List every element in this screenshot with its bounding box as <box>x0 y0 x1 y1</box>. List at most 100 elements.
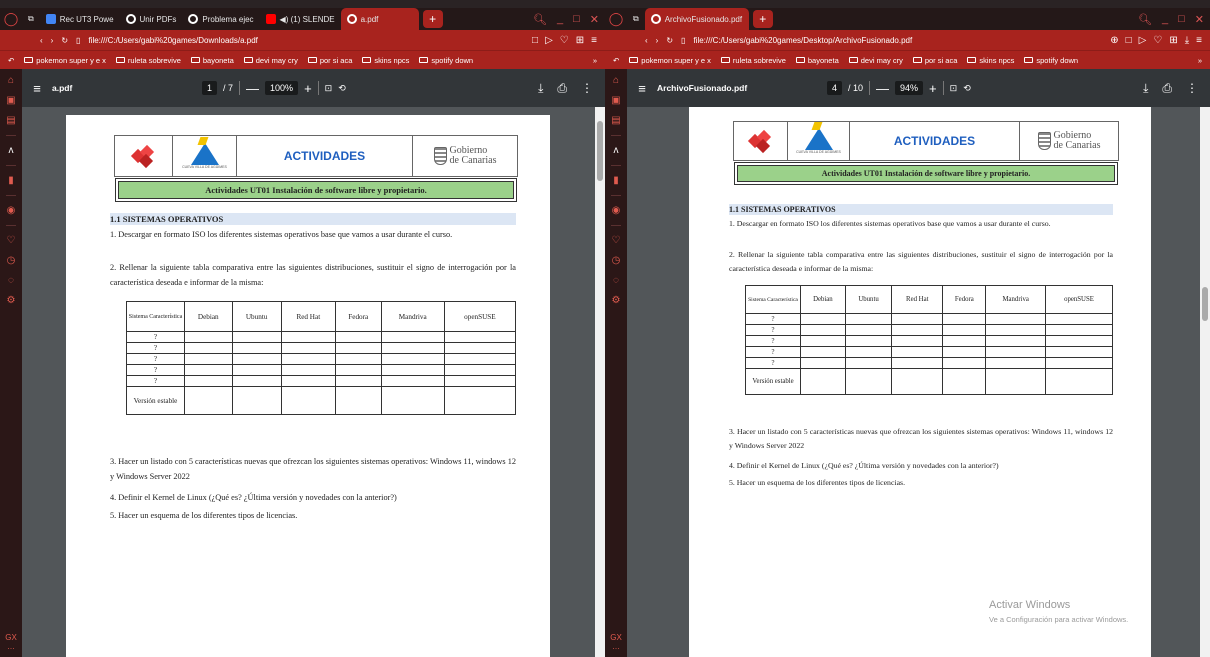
history-icon[interactable]: ↶ <box>613 56 619 65</box>
workspaces-icon[interactable]: ⌂ <box>613 75 619 86</box>
pinboard-icon[interactable]: ◌ <box>613 275 619 286</box>
bookmark[interactable]: devi may cry <box>848 56 903 65</box>
bookmark[interactable]: spotify down <box>1024 56 1078 65</box>
tab-rec-ut3[interactable]: Rec UT3 Powe <box>40 8 120 30</box>
aria-icon[interactable]: ▣ <box>611 95 620 106</box>
bookmark[interactable]: bayoneta <box>190 56 234 65</box>
back-icon[interactable]: ‹ <box>40 36 43 45</box>
tab-youtube[interactable]: ◀) (1) SLENDE <box>260 8 341 30</box>
zoom-input[interactable]: 100% <box>265 81 299 95</box>
rotate-icon[interactable]: ⟲ <box>338 83 346 94</box>
search-icon[interactable]: 🔍︎ <box>533 13 547 26</box>
heart-icon[interactable]: ♡ <box>560 35 569 46</box>
bookmark[interactable]: pokemon super y e x <box>24 56 106 65</box>
zoom-out-button[interactable]: — <box>246 81 259 96</box>
heart-icon[interactable]: ♡ <box>1153 35 1162 46</box>
settings-icon[interactable]: ⚙ <box>612 295 621 306</box>
tab-problema[interactable]: Problema ejec <box>182 8 259 30</box>
search-icon[interactable]: 🔍︎ <box>1138 13 1152 26</box>
play-icon[interactable]: ▷ <box>545 35 553 46</box>
gx-badge[interactable]: GX <box>605 633 627 642</box>
settings-icon[interactable]: ⚙ <box>7 295 16 306</box>
close-icon[interactable]: ✕ <box>1195 13 1204 26</box>
more-options-icon[interactable]: ⋮ <box>581 81 593 96</box>
download-icon[interactable]: ⤓ <box>1143 81 1148 96</box>
heart-icon[interactable]: ♡ <box>612 235 621 246</box>
tab-unir-pdfs[interactable]: Unir PDFs <box>120 8 183 30</box>
extensions-icon[interactable]: ⊞ <box>576 35 584 46</box>
page-number-input[interactable]: 4 <box>827 81 843 95</box>
zoom-in-button[interactable]: + <box>929 81 937 96</box>
scrollbar[interactable] <box>595 107 605 657</box>
reload-icon[interactable]: ↻ <box>61 36 68 45</box>
more-options-icon[interactable]: ⋮ <box>1186 81 1198 96</box>
history-icon[interactable]: ↶ <box>8 56 14 65</box>
news-icon[interactable]: ▤ <box>611 115 620 126</box>
download-icon[interactable]: ⤓ <box>538 81 543 96</box>
close-icon[interactable]: ✕ <box>590 13 599 26</box>
bookmark[interactable]: spotify down <box>419 56 473 65</box>
opera-logo-icon[interactable]: ◯ <box>0 11 22 27</box>
opera-logo-icon[interactable]: ◯ <box>605 11 627 27</box>
lambda-icon[interactable]: ʌ <box>9 145 14 156</box>
snapshot-icon[interactable]: □ <box>1126 35 1132 46</box>
heart-icon[interactable]: ♡ <box>7 235 16 246</box>
play-icon[interactable]: ▷ <box>1139 35 1147 46</box>
menu-icon[interactable]: ≡ <box>591 35 597 46</box>
bookmarks-overflow-icon[interactable]: » <box>593 56 605 65</box>
maximize-icon[interactable]: □ <box>573 13 580 26</box>
reload-icon[interactable]: ↻ <box>666 36 673 45</box>
scrollbar-thumb[interactable] <box>1202 287 1208 321</box>
url-field[interactable]: file:///C:/Users/gabi%20games/Downloads/… <box>88 36 524 45</box>
rotate-icon[interactable]: ⟲ <box>963 83 971 94</box>
more-icon[interactable]: … <box>605 642 627 651</box>
forward-icon[interactable]: › <box>51 36 54 45</box>
scrollbar[interactable] <box>1200 107 1210 657</box>
print-icon[interactable]: ⎙ <box>1162 81 1172 96</box>
pdf-viewer[interactable]: CUEVA VILLA DE AGÜIMES ACTIVIDADES Gobie… <box>22 107 605 657</box>
bookmark[interactable]: ruleta sobrevive <box>115 56 181 65</box>
fit-page-icon[interactable]: ⊡ <box>325 83 333 94</box>
zoom-in-button[interactable]: + <box>304 81 312 96</box>
menu-icon[interactable]: ≡ <box>1196 35 1202 46</box>
bookmark[interactable]: pokemon super y e x <box>629 56 711 65</box>
lambda-icon[interactable]: ʌ <box>614 145 619 156</box>
maximize-icon[interactable]: □ <box>1178 13 1185 26</box>
aria-icon[interactable]: ▣ <box>6 95 15 106</box>
more-icon[interactable]: … <box>0 642 22 651</box>
bookmark[interactable]: por si aca <box>912 56 957 65</box>
clock-icon[interactable]: ◷ <box>7 255 16 266</box>
player-icon[interactable]: ◉ <box>7 205 16 216</box>
forward-icon[interactable]: › <box>656 36 659 45</box>
back-icon[interactable]: ‹ <box>645 36 648 45</box>
extensions-icon[interactable]: ⊞ <box>1169 35 1177 46</box>
tab-archivo-fusionado[interactable]: ArchivoFusionado.pdf <box>644 8 749 30</box>
bookmark[interactable]: skins npcs <box>362 56 409 65</box>
pinboard-icon[interactable]: ◌ <box>8 275 14 286</box>
bookmark[interactable]: skins npcs <box>967 56 1014 65</box>
print-icon[interactable]: ⎙ <box>557 81 567 96</box>
minimize-icon[interactable]: _ <box>557 13 563 26</box>
twitch-icon[interactable]: ▮ <box>8 175 14 186</box>
bookmark[interactable]: devi may cry <box>243 56 298 65</box>
page-number-input[interactable]: 1 <box>202 81 218 95</box>
download-icon[interactable]: ⤓ <box>1185 35 1189 46</box>
twitch-icon[interactable]: ▮ <box>613 175 619 186</box>
tab-split[interactable]: ⧉ <box>627 8 645 30</box>
new-tab-button[interactable]: + <box>422 10 443 28</box>
player-icon[interactable]: ◉ <box>612 205 621 216</box>
bookmark[interactable]: bayoneta <box>795 56 839 65</box>
bookmark[interactable]: ruleta sobrevive <box>720 56 786 65</box>
zoom-input[interactable]: 94% <box>895 81 924 95</box>
zoom-out-button[interactable]: — <box>876 81 889 96</box>
snapshot-icon[interactable]: □ <box>532 35 538 46</box>
gx-badge[interactable]: GX <box>0 633 22 642</box>
url-field[interactable]: file:///C:/Users/gabi%20games/Desktop/Ar… <box>693 36 1102 45</box>
bookmark[interactable]: por si aca <box>307 56 352 65</box>
news-icon[interactable]: ▤ <box>6 115 15 126</box>
tab-split[interactable]: ⧉ <box>22 8 40 30</box>
workspaces-icon[interactable]: ⌂ <box>8 75 14 86</box>
minimize-icon[interactable]: _ <box>1162 13 1168 26</box>
zoom-icon[interactable]: ⊕ <box>1110 35 1118 46</box>
new-tab-button[interactable]: + <box>752 10 773 28</box>
